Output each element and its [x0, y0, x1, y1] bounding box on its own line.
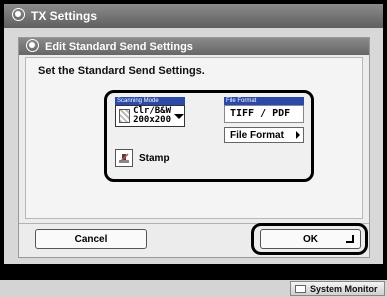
scanning-mode-dropdown[interactable]: Clr/B&W 200x200: [115, 105, 185, 127]
window-title-bar: TX Settings: [4, 4, 383, 28]
dialog-title-bar: Edit Standard Send Settings: [19, 38, 369, 55]
system-monitor-button[interactable]: System Monitor: [290, 281, 385, 296]
cancel-button-label: Cancel: [74, 233, 108, 245]
cancel-button[interactable]: Cancel: [35, 229, 147, 249]
edit-settings-dialog: Edit Standard Send Settings Set the Stan…: [18, 37, 370, 258]
stamp-button[interactable]: [115, 149, 133, 167]
scanning-mode-value: Clr/B&W 200x200: [133, 106, 171, 125]
instruction-text: Set the Standard Send Settings.: [38, 65, 205, 77]
window-title: TX Settings: [31, 9, 98, 23]
scanning-mode-label: Scanning Mode: [115, 97, 185, 105]
stamp-label: Stamp: [139, 153, 170, 164]
ok-button-label: OK: [303, 233, 318, 245]
scan-mode-icon: [119, 109, 131, 123]
stamp-icon: [119, 153, 129, 163]
monitor-icon: [295, 284, 306, 293]
settings-highlight-frame: Scanning Mode Clr/B&W 200x200 File Forma…: [104, 90, 314, 182]
chevron-right-icon: [296, 131, 300, 139]
settings-gear-icon: [12, 8, 25, 24]
ok-button[interactable]: OK: [260, 229, 361, 249]
dialog-body: Set the Standard Send Settings. Scanning…: [25, 57, 363, 219]
settings-gear-icon: [26, 38, 39, 55]
dialog-title: Edit Standard Send Settings: [45, 40, 193, 53]
file-format-button-label: File Format: [230, 129, 284, 141]
system-monitor-label: System Monitor: [310, 283, 378, 294]
file-format-button[interactable]: File Format: [224, 127, 304, 143]
enter-icon: [346, 235, 354, 243]
chevron-down-icon: [174, 113, 184, 119]
file-format-value: TIFF / PDF: [224, 105, 304, 123]
file-format-label: File Format: [224, 97, 304, 105]
status-bar: System Monitor: [0, 280, 387, 297]
